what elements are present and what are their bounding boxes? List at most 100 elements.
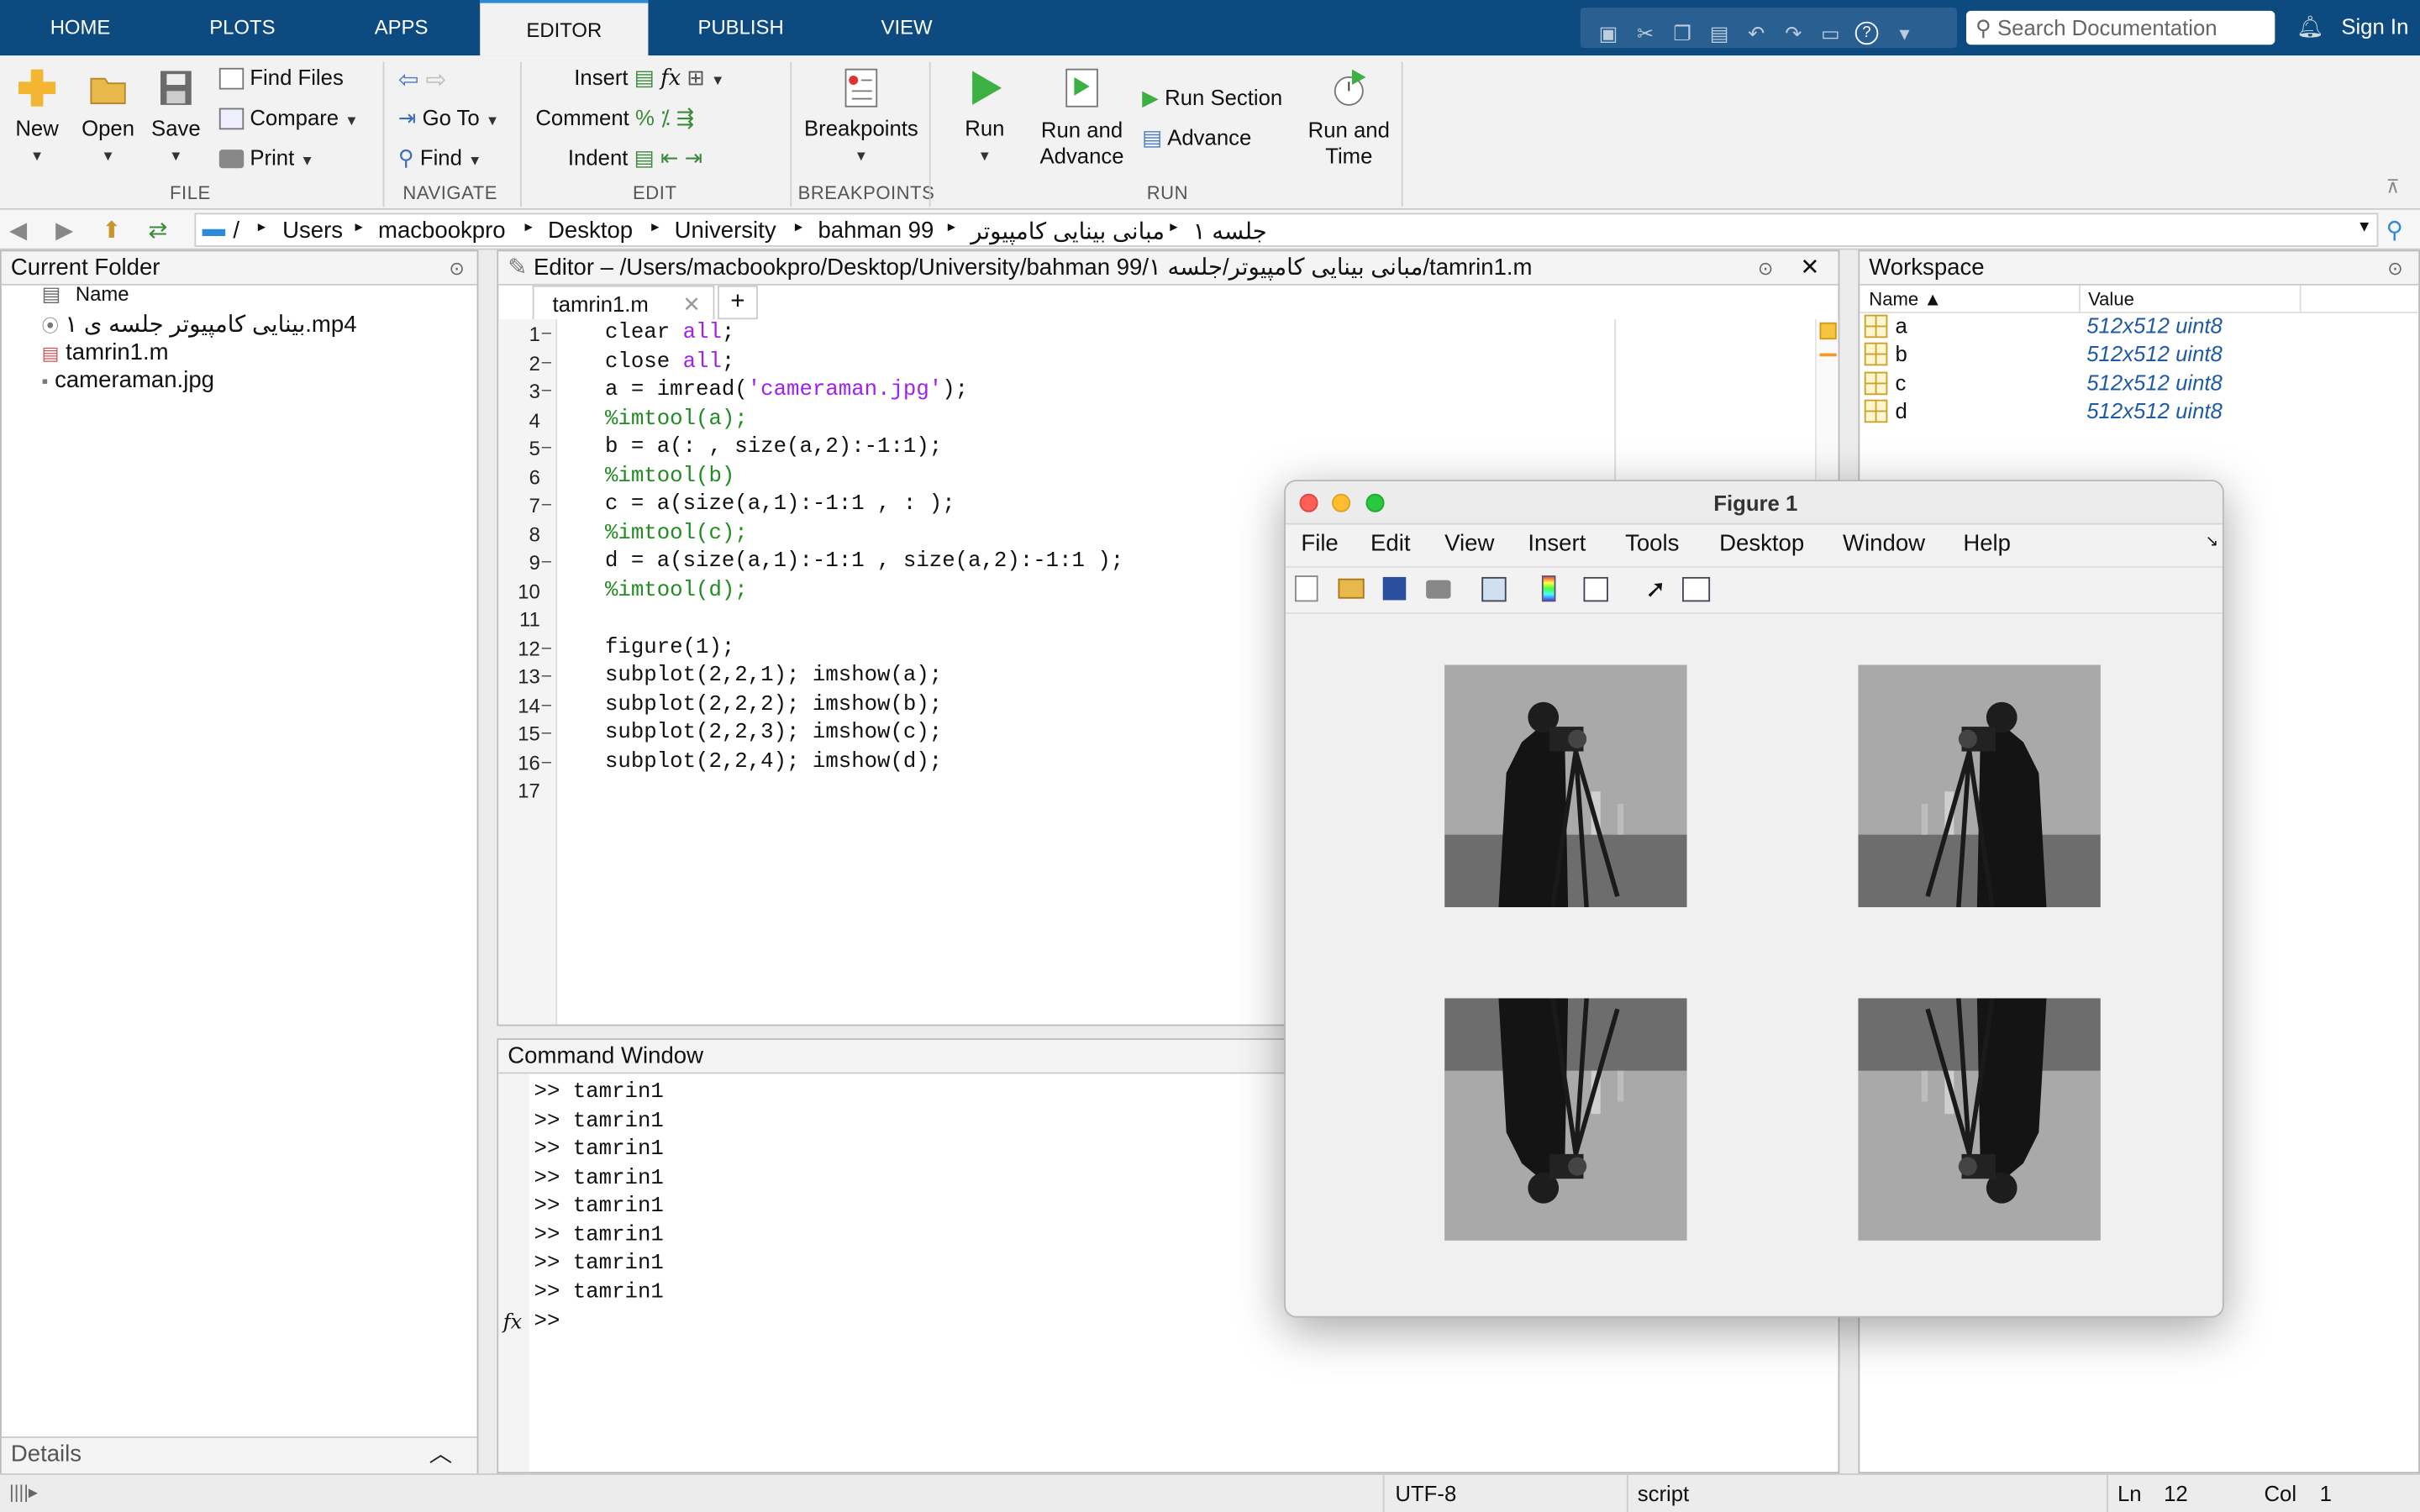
legend-icon[interactable] [1583, 576, 1608, 602]
path-segment[interactable]: University [675, 218, 776, 244]
path-segment[interactable]: macbookpro [378, 218, 506, 244]
options-dropdown-icon[interactable]: ▾ [1892, 22, 1917, 46]
path-segment[interactable]: Desktop [548, 218, 633, 244]
panel-actions-icon[interactable]: ⊙ [449, 251, 464, 285]
undo-icon[interactable]: ↶ [1744, 22, 1769, 46]
indent-button[interactable]: Indent ▤ ⇤ ⇥ [568, 145, 702, 171]
run-button[interactable]: Run ▼ [957, 65, 1013, 165]
find-files-button[interactable]: Find Files [218, 65, 344, 91]
close-tab-icon[interactable]: ✕ [682, 287, 701, 321]
panel-actions-icon[interactable]: ⊙ [2387, 251, 2402, 285]
menu-edit[interactable]: Edit [1370, 531, 1410, 557]
dock-arrow-icon[interactable]: ↘ [2206, 534, 2218, 551]
sign-in-link[interactable]: Sign In [2341, 14, 2408, 39]
breakpoints-button[interactable]: Breakpoints ▼ [802, 65, 920, 165]
path-segment[interactable]: Users [282, 218, 343, 244]
comment-percent-icon: % [634, 104, 655, 130]
column-header-value[interactable]: Value [2088, 288, 2134, 310]
tab-publish[interactable]: PUBLISH [648, 0, 833, 55]
tab-plots[interactable]: PLOTS [160, 0, 324, 55]
compare-button[interactable]: Compare ▼ [218, 105, 359, 130]
property-editor-icon[interactable] [1682, 576, 1711, 602]
run-section-button[interactable]: ▶ Run Section [1142, 85, 1282, 111]
file-list-header[interactable]: ▤ Name [42, 282, 129, 307]
menu-tools[interactable]: Tools [1625, 531, 1679, 557]
table-row[interactable]: a 512x512 uint8 [1864, 313, 2414, 341]
table-row[interactable]: b 512x512 uint8 [1864, 341, 2414, 369]
help-icon[interactable]: ? [1854, 21, 1879, 45]
copy-icon[interactable]: ❐ [1670, 22, 1694, 46]
redo-icon[interactable]: ↷ [1781, 22, 1806, 46]
run-and-advance-button[interactable]: Run and Advance [1037, 65, 1127, 170]
list-item[interactable]: ▪ cameraman.jpg [42, 367, 214, 393]
stopwatch-icon [1334, 69, 1366, 106]
chevron-right-icon: ▸ [355, 218, 363, 237]
path-segment[interactable]: جلسه ۱ [1193, 218, 1267, 245]
menu-view[interactable]: View [1444, 531, 1494, 557]
path-dropdown-icon[interactable]: ▼ [2357, 219, 2372, 236]
save-figure-icon[interactable] [1382, 576, 1407, 601]
table-row[interactable]: d 512x512 uint8 [1864, 398, 2414, 426]
pointer-edit-icon[interactable]: ➚ [1645, 574, 1666, 605]
notification-bell-icon[interactable]: 🔔︎ [2296, 14, 2324, 40]
paste-icon[interactable]: ▤ [1707, 22, 1731, 46]
find-button[interactable]: ⚲ Find ▼ [398, 145, 482, 171]
comment-button[interactable]: Comment % ⁒ ⇶ [535, 105, 694, 131]
collapse-ribbon-icon[interactable]: ⊼ [2386, 176, 2400, 197]
menu-desktop[interactable]: Desktop [1719, 531, 1804, 557]
back-nav-icon[interactable]: ⇦ ⇨ [398, 65, 446, 96]
menu-file[interactable]: File [1301, 531, 1338, 557]
divider [790, 61, 792, 207]
tab-apps[interactable]: APPS [324, 0, 479, 55]
function-browser-fx-icon[interactable]: fx [503, 1311, 522, 1335]
go-to-button[interactable]: ⇥ Go To ▼ [398, 105, 499, 131]
new-button[interactable]: New ▼ [9, 65, 65, 165]
save-quick-icon[interactable]: ▣ [1596, 22, 1620, 46]
search-documentation-input[interactable]: ⚲ Search Documentation [1965, 10, 2275, 45]
tab-editor[interactable]: EDITOR [480, 0, 649, 56]
table-row[interactable]: c 512x512 uint8 [1864, 370, 2414, 398]
list-item[interactable]: ▤ tamrin1.m [42, 339, 169, 365]
close-editor-icon[interactable]: ✕ [1800, 251, 1820, 284]
save-button[interactable]: Save ▼ [148, 65, 203, 165]
figure-title-bar[interactable]: Figure 1 [1285, 481, 2223, 525]
list-item[interactable]: ⦿ بینایی کامپیوتر جلسه ی ۱.mp4 [42, 310, 357, 338]
path-segment[interactable]: bahman 99 [818, 218, 934, 244]
panel-actions-icon[interactable]: ⊙ [1757, 251, 1774, 284]
menu-insert[interactable]: Insert [1528, 531, 1586, 557]
chevron-up-icon: ︿ [429, 1441, 453, 1467]
path-field[interactable]: ▬ / ▸ Users ▸ macbookpro ▸ Desktop ▸ Uni… [194, 213, 2379, 247]
back-arrow-icon[interactable]: ◀ [9, 216, 27, 244]
up-folder-icon[interactable]: ⬆ [102, 216, 121, 244]
menu-window[interactable]: Window [1843, 531, 1925, 557]
advance-button[interactable]: ▤ Advance [1142, 125, 1251, 151]
cut-icon[interactable]: ✂ [1633, 22, 1657, 46]
tab-home[interactable]: HOME [0, 0, 160, 55]
colorbar-icon[interactable] [1541, 575, 1556, 602]
path-segment[interactable]: / [233, 218, 239, 244]
new-tab-button[interactable]: + [718, 285, 758, 320]
editor-ribbon: New ▼ Open ▼ Save ▼ Find Files Compare ▼ Pr… [0, 55, 2420, 210]
switch-windows-icon[interactable]: ▭ [1818, 22, 1843, 46]
print-button[interactable]: Print ▼ [218, 145, 314, 170]
browse-folder-icon[interactable]: ⇄ [148, 216, 167, 244]
details-panel-header[interactable]: Details ︿ [1, 1436, 477, 1474]
path-segment[interactable]: مبانی بینایی کامپیوتر [971, 218, 1165, 245]
file-tab-tamrin1[interactable]: tamrin1.m ✕ [532, 285, 715, 321]
line-number: 17 [518, 779, 540, 803]
command-prompt-input[interactable]: >> [534, 1310, 560, 1334]
print-figure-icon[interactable] [1426, 580, 1451, 599]
menu-help[interactable]: Help [1963, 531, 2011, 557]
open-file-icon[interactable] [1338, 578, 1365, 599]
link-plot-icon[interactable] [1481, 576, 1507, 602]
open-button[interactable]: Open ▼ [77, 65, 139, 165]
column-header-name[interactable]: Name ▲ [1869, 288, 1942, 310]
tab-view[interactable]: VIEW [834, 0, 980, 55]
new-figure-icon[interactable] [1295, 575, 1318, 602]
matrix-icon [1864, 314, 1888, 339]
forward-arrow-icon[interactable]: ▶ [55, 216, 73, 244]
search-folder-icon[interactable]: ⚲ [2386, 216, 2403, 244]
run-and-time-button[interactable]: Run and Time [1306, 65, 1392, 170]
divider [2079, 285, 2081, 313]
insert-button[interactable]: Insert ▤ fx ⊞ ▼ [574, 65, 724, 91]
